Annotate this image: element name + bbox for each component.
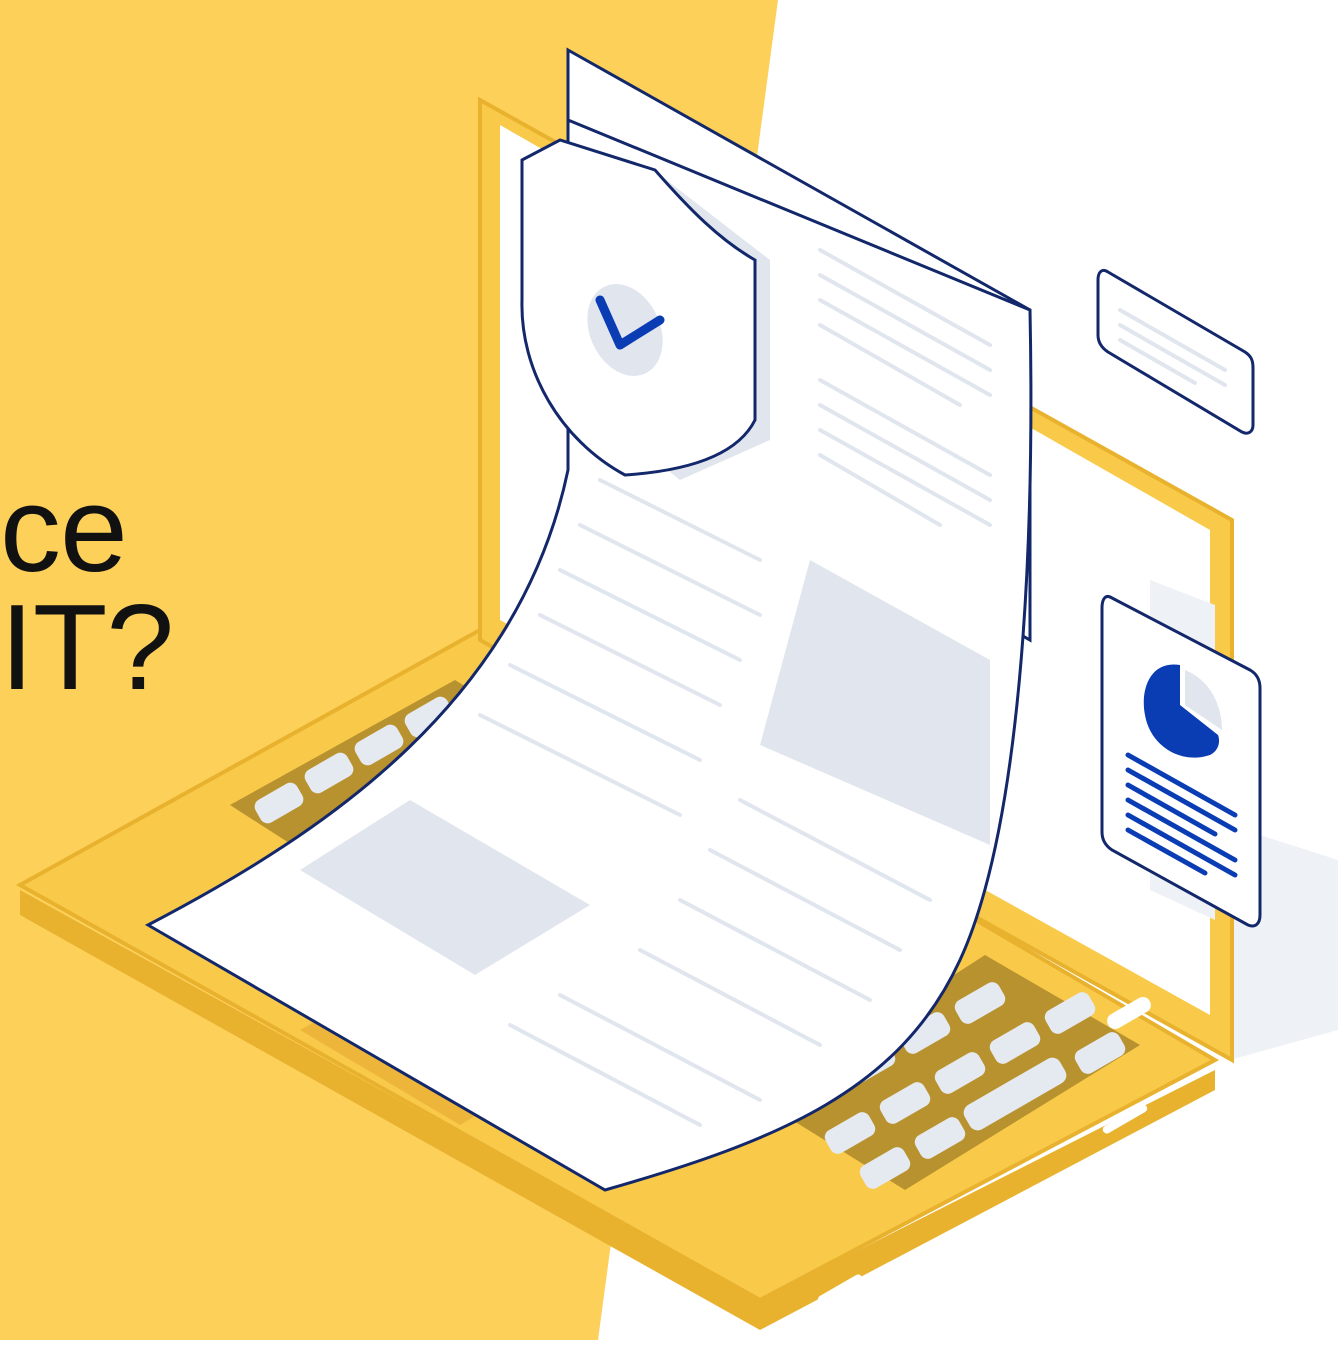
headline: ce IT? (0, 461, 174, 715)
floating-note-card (1096, 268, 1255, 435)
headline-line-1: ce (0, 461, 128, 597)
headline-line-2: IT? (0, 579, 174, 715)
note-card-body (1096, 268, 1255, 435)
illustration-banner: ce IT? (0, 0, 1338, 1340)
illustration-canvas (0, 0, 1338, 1340)
